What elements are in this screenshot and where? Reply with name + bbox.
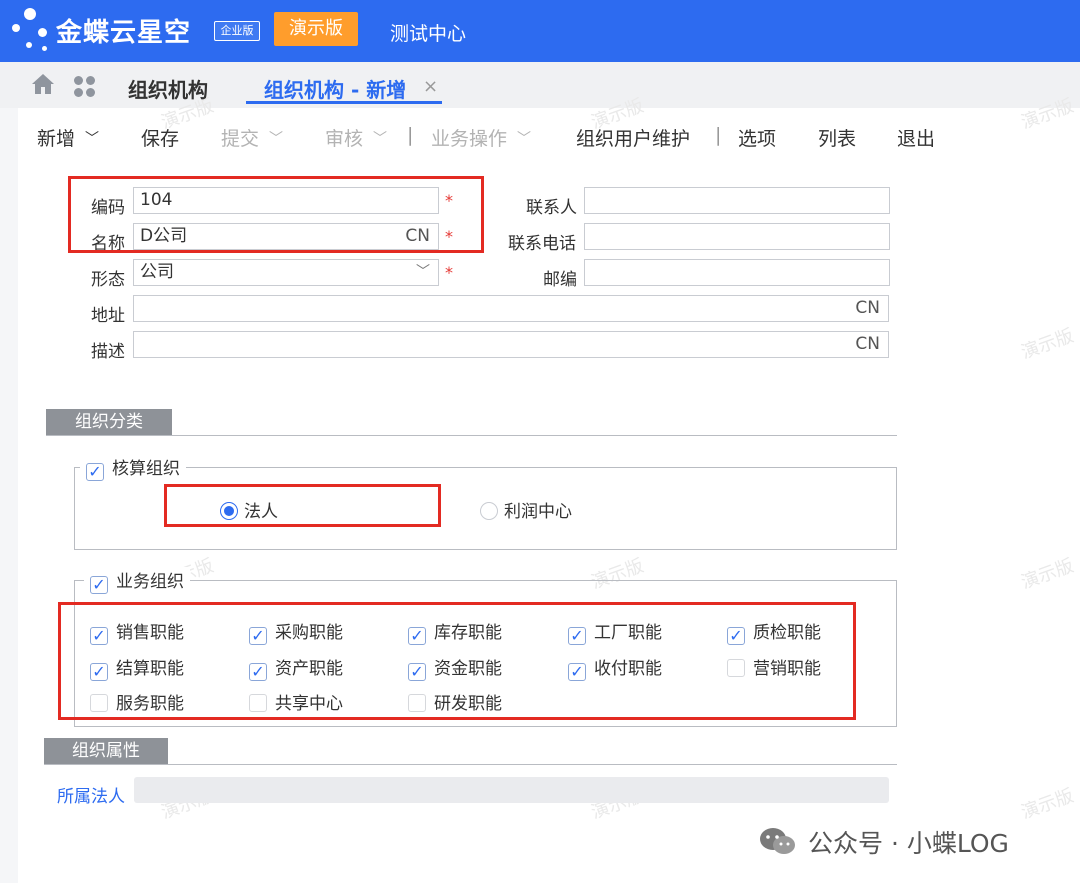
required-mark: * [445,263,453,282]
business-org-checkbox[interactable]: ✓ 业务组织 [84,567,190,594]
zip-input[interactable] [584,259,890,286]
checkbox-checked-icon[interactable]: ✓ [86,463,104,481]
org-attributes-section-title: 组织属性 [44,738,168,764]
org-user-maintenance-button[interactable]: 组织用户维护 [576,124,690,151]
audit-button[interactable]: 审核 ﹀ [325,124,387,151]
highlight-box [68,176,484,253]
language-cn-button[interactable]: CN [855,332,880,357]
tab-org-structure-new[interactable]: 组织机构 - 新增 [264,74,406,103]
brand-name: 金蝶云星空 [56,18,192,48]
wechat-icon [760,828,795,854]
chevron-down-icon[interactable]: ﹀ [373,128,387,148]
section-divider [46,435,897,436]
language-cn-button[interactable]: CN [855,296,880,321]
toolbar-separator: | [715,124,722,146]
edition-badge: 企业版 [214,21,260,41]
legal-entity-field[interactable] [134,777,889,803]
description-label: 描述 [91,342,125,362]
radio-unselected-icon[interactable] [480,502,498,520]
options-button[interactable]: 选项 [738,124,776,151]
home-icon[interactable] [30,72,56,96]
checkbox-checked-icon[interactable]: ✓ [90,576,108,594]
accounting-org-checkbox[interactable]: ✓ 核算组织 [80,454,186,481]
chevron-down-icon[interactable]: ﹀ [416,260,430,285]
phone-label: 联系电话 [508,234,576,254]
highlight-box [164,484,441,527]
phone-input[interactable] [584,223,890,250]
data-center-title[interactable]: 测试中心 [390,19,466,46]
section-divider [44,764,897,765]
address-input[interactable]: CN [133,295,889,322]
form-type-select[interactable]: 公司 ﹀ [133,259,439,286]
zip-label: 邮编 [543,270,577,290]
new-button[interactable]: 新增 ﹀ [37,124,99,151]
demo-edition-button[interactable]: 演示版 [274,12,358,46]
contact-input[interactable] [584,187,890,214]
address-label: 地址 [91,306,125,326]
close-tab-icon[interactable]: × [423,76,438,97]
toolbar-separator: | [407,124,414,146]
save-button[interactable]: 保存 [141,124,179,151]
chevron-down-icon[interactable]: ﹀ [85,128,99,148]
legal-entity-label[interactable]: 所属法人 [57,782,125,807]
kingdee-logo-icon [10,6,54,56]
highlight-box [58,602,856,720]
radio-profit-center[interactable]: 利润中心 [480,497,572,522]
active-tab-indicator [246,101,442,104]
org-category-section-title: 组织分类 [46,409,172,435]
footer-account-label: 公众号 · 小蝶LOG [808,829,1009,858]
contact-label: 联系人 [526,198,577,218]
submit-button[interactable]: 提交 ﹀ [221,124,283,151]
business-ops-button[interactable]: 业务操作 ﹀ [431,124,531,151]
list-button[interactable]: 列表 [818,124,856,151]
chevron-down-icon[interactable]: ﹀ [517,128,531,148]
chevron-down-icon[interactable]: ﹀ [269,128,283,148]
description-input[interactable]: CN [133,331,889,358]
tab-org-structure[interactable]: 组织机构 [128,74,208,103]
exit-button[interactable]: 退出 [897,124,935,151]
apps-grid-icon[interactable] [74,76,96,98]
form-type-label: 形态 [91,270,125,290]
